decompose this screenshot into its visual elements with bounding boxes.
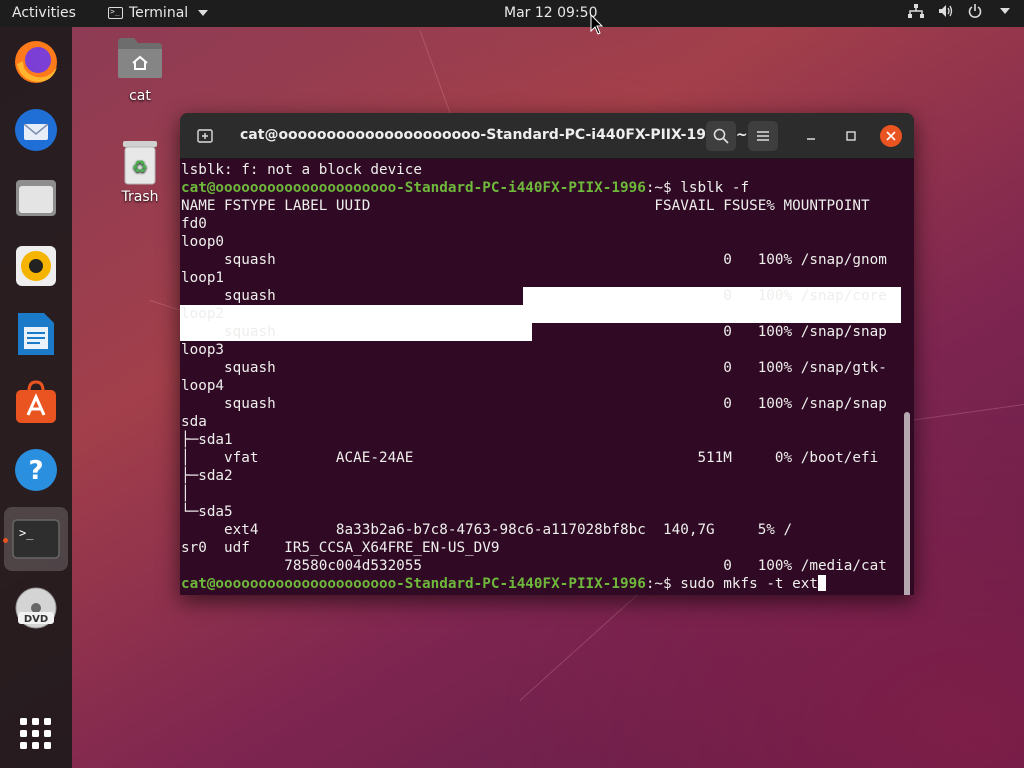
new-tab-icon [197,129,213,143]
scrollbar[interactable] [904,412,910,595]
volume-icon [939,5,953,17]
svg-text:♻: ♻ [132,157,148,178]
libreoffice-writer-icon [18,313,54,355]
terminal-prompt-line[interactable]: cat@ooooooooooooooooooooo-Standard-PC-i4… [181,575,826,593]
trash-icon: ♻ [123,141,157,185]
clock[interactable]: Mar 12 09:50 [504,5,597,21]
app-menu-label: Terminal [129,5,189,21]
terminal-line: sr0 udf IR5_CCSA_X64FRE_EN-US_DV9 [181,540,500,556]
terminal-icon: >_ [12,519,60,559]
app-menu[interactable]: >_ Terminal [108,5,209,21]
ubuntu-software-icon [16,380,56,423]
search-icon [713,128,729,144]
dock-writer[interactable] [11,309,61,359]
terminal-line: squash 0 100% /snap/snap [181,324,887,340]
terminal-line: loop1 [181,270,225,286]
terminal-output[interactable]: lsblk: f: not a block device cat@ooooooo… [180,160,914,595]
terminal-line: squash 0 100% /snap/core [181,288,887,304]
dock-files[interactable] [11,173,61,223]
dock-show-apps[interactable] [11,709,61,759]
close-icon [886,131,896,141]
terminal-line: NAME FSTYPE LABEL UUID FSAVAIL FSUSE% MO… [181,198,870,214]
prompt-suffix: :~$ [645,576,681,592]
show-applications-icon [20,718,51,749]
maximize-icon [846,131,856,141]
desktop-icon-home[interactable]: cat [100,36,180,104]
power-icon [968,4,982,18]
mouse-pointer-icon [590,14,604,35]
terminal-line: │ vfat ACAE-24AE 511M 0% /boot/efi [181,450,879,466]
terminal-line: squash 0 100% /snap/gtk- [181,360,887,376]
new-tab-button[interactable] [190,122,220,150]
files-icon [16,180,56,216]
terminal-line: loop4 [181,378,225,394]
desktop-icon-label: cat [129,88,151,104]
minimize-button[interactable] [800,125,822,147]
terminal-line: loop0 [181,234,225,250]
svg-text:>_: >_ [19,526,34,540]
terminal-line: fd0 [181,216,207,232]
minimize-icon [807,138,815,140]
svg-text:?: ? [28,456,43,486]
thunderbird-icon [15,109,57,151]
dock-firefox[interactable] [11,37,61,87]
dvd-icon: DVD [15,587,57,629]
home-folder-icon [118,38,162,78]
hamburger-menu-icon [757,131,769,141]
dock-software[interactable] [11,377,61,427]
maximize-button[interactable] [840,125,862,147]
command-input[interactable]: sudo mkfs -t ext [680,576,818,592]
network-icon [908,4,924,18]
search-button[interactable] [706,121,736,151]
dock-thunderbird[interactable] [11,105,61,155]
terminal-line: lsblk: f: not a block device [181,162,423,178]
active-indicator [3,538,8,543]
dock-dvd[interactable]: DVD [11,583,61,633]
text-cursor [817,575,826,591]
terminal-line: squash 0 100% /snap/snap [181,396,887,412]
text-selection [180,305,901,323]
dock-rhythmbox[interactable] [11,241,61,291]
terminal-window[interactable]: cat@ooooooooooooooooooooo-Standard-PC-i4… [180,113,914,595]
title-bar[interactable]: cat@ooooooooooooooooooooo-Standard-PC-i4… [180,113,914,159]
activities-button[interactable]: Activities [12,5,76,21]
desktop-icon-trash[interactable]: ♻ Trash [100,141,180,205]
prompt-user: cat@ooooooooooooooooooooo-Standard-PC-i4… [181,576,646,592]
prompt-suffix: :~$ [645,180,681,196]
svg-text:DVD: DVD [24,614,48,625]
chevron-down-icon [198,10,209,16]
top-bar: Activities >_ Terminal Mar 12 09:50 [0,0,1024,27]
system-tray[interactable] [908,4,1010,18]
terminal-line: └─sda5 [181,504,233,520]
terminal-line: ├─sda2 [181,468,233,484]
terminal-line: cat@ooooooooooooooooooooo-Standard-PC-i4… [181,179,749,197]
terminal-line: sda [181,414,207,430]
dock-help[interactable]: ? [11,445,61,495]
terminal-line: loop3 [181,342,225,358]
dock-terminal[interactable]: >_ [4,507,68,571]
window-title: cat@ooooooooooooooooooooo-Standard-PC-i4… [240,127,748,143]
close-button[interactable] [880,125,902,147]
rhythmbox-icon [16,246,56,286]
menu-button[interactable] [748,121,778,151]
terminal-line: │ [181,486,190,502]
firefox-icon [15,41,57,83]
dock: ? >_ DVD [0,27,72,768]
terminal-line: 78580c004d532055 0 100% /media/cat [181,558,887,574]
terminal-app-icon: >_ [108,7,123,19]
terminal-line: loop2 [181,306,225,322]
terminal-line: ext4 8a33b2a6-b7c8-4763-98c6-a117028bf8b… [181,522,793,538]
terminal-line: ├─sda1 [181,432,233,448]
wallpaper-line [909,403,1024,421]
help-icon: ? [15,449,57,491]
terminal-line: squash 0 100% /snap/gnom [181,252,887,268]
desktop-icon-label: Trash [121,189,159,205]
prompt-user: cat@ooooooooooooooooooooo-Standard-PC-i4… [181,180,646,196]
chevron-down-icon [1000,8,1010,14]
command: lsblk -f [680,180,750,196]
